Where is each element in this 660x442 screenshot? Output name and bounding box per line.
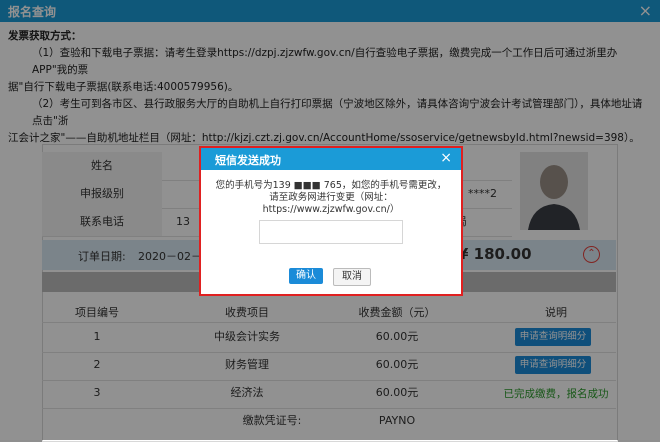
dialog-message: 您的手机号为139 ■■■ 765，如您的手机号需更改， 请至政务网进行变更（网…	[211, 180, 451, 216]
sms-success-dialog: 短信发送成功 × 您的手机号为139 ■■■ 765，如您的手机号需更改， 请至…	[199, 146, 463, 296]
cancel-button[interactable]: 取消	[333, 268, 371, 286]
close-icon[interactable]: ×	[440, 150, 452, 166]
dialog-header: 短信发送成功 ×	[201, 148, 461, 170]
confirm-button[interactable]: 确认	[289, 268, 323, 284]
dialog-message-line2: 请至政务网进行变更（网址：	[269, 192, 393, 203]
dialog-message-line1: 您的手机号为139 ■■■ 765，如您的手机号需更改，	[215, 180, 447, 191]
dialog-message-line3: https://www.zjzwfw.gov.cn/）	[262, 204, 400, 215]
verification-input[interactable]	[259, 220, 403, 244]
dialog-title: 短信发送成功	[215, 154, 281, 167]
